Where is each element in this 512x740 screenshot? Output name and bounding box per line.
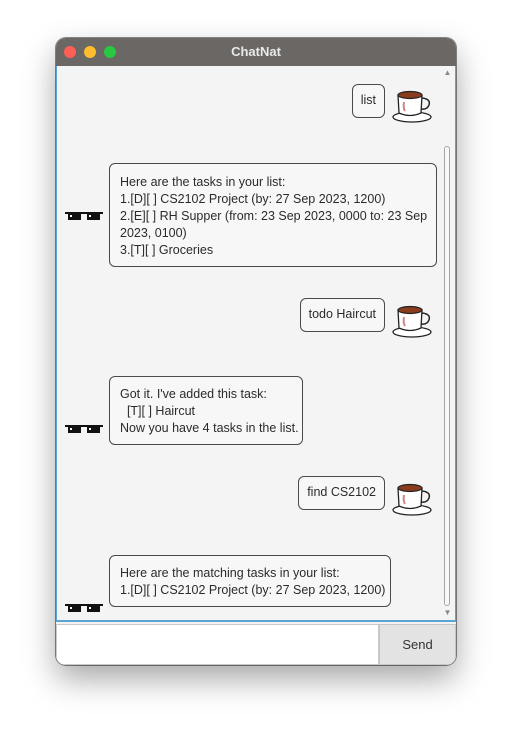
message-text: 1.[D][ ] CS2102 Project (by: 27 Sep 2023… [120,583,386,597]
coffee-cup-icon [392,305,432,338]
message-text: 2.[E][ ] RH Supper (from: 23 Sep 2023, 0… [120,209,428,223]
message-text: Here are the tasks in your list: [120,175,286,189]
coffee-cup-icon [392,90,432,123]
title-bar[interactable]: ChatNat [56,38,456,66]
message-text: Got it. I've added this task: [120,387,267,401]
message-text: 2023, 0100) [120,226,187,240]
message-text: Now you have 4 tasks in the list. [120,421,299,435]
bot-message-bubble: Here are the matching tasks in your list… [109,555,391,607]
pixel-sunglasses-icon [65,604,103,612]
app-window: ChatNat list Here are the tasks in your … [56,38,456,665]
user-message-bubble: list [351,84,385,118]
coffee-cup-icon [392,483,432,516]
message-text: todo Haircut [308,307,376,321]
message-text: 1.[D][ ] CS2102 Project (by: 27 Sep 2023… [120,192,386,206]
user-message-bubble: todo Haircut [299,298,385,332]
scroll-down-arrow-icon[interactable]: ▼ [442,608,453,618]
window-title: ChatNat [231,44,281,59]
pixel-sunglasses-icon [65,425,103,433]
message-text: find CS2102 [307,485,376,499]
vertical-scrollbar[interactable]: ▲ ▼ [442,66,453,620]
input-bar: Send [56,624,456,665]
message-text: [T][ ] Haircut [120,404,196,418]
message-text: list [360,93,376,107]
scroll-up-arrow-icon[interactable]: ▲ [442,68,453,78]
message-text: Here are the matching tasks in your list… [120,566,340,580]
pixel-sunglasses-icon [65,212,103,220]
message-text: 3.[T][ ] Groceries [120,243,214,257]
chat-scroll-pane[interactable]: list Here are the tasks in your list: 1.… [56,66,456,622]
bot-message-bubble: Here are the tasks in your list: 1.[D][ … [109,163,437,267]
message-input[interactable] [56,624,379,665]
scrollbar-thumb[interactable] [444,146,450,606]
bot-message-bubble: Got it. I've added this task: [T][ ] Hai… [109,376,303,445]
user-message-bubble: find CS2102 [298,476,385,510]
send-button[interactable]: Send [379,624,456,665]
